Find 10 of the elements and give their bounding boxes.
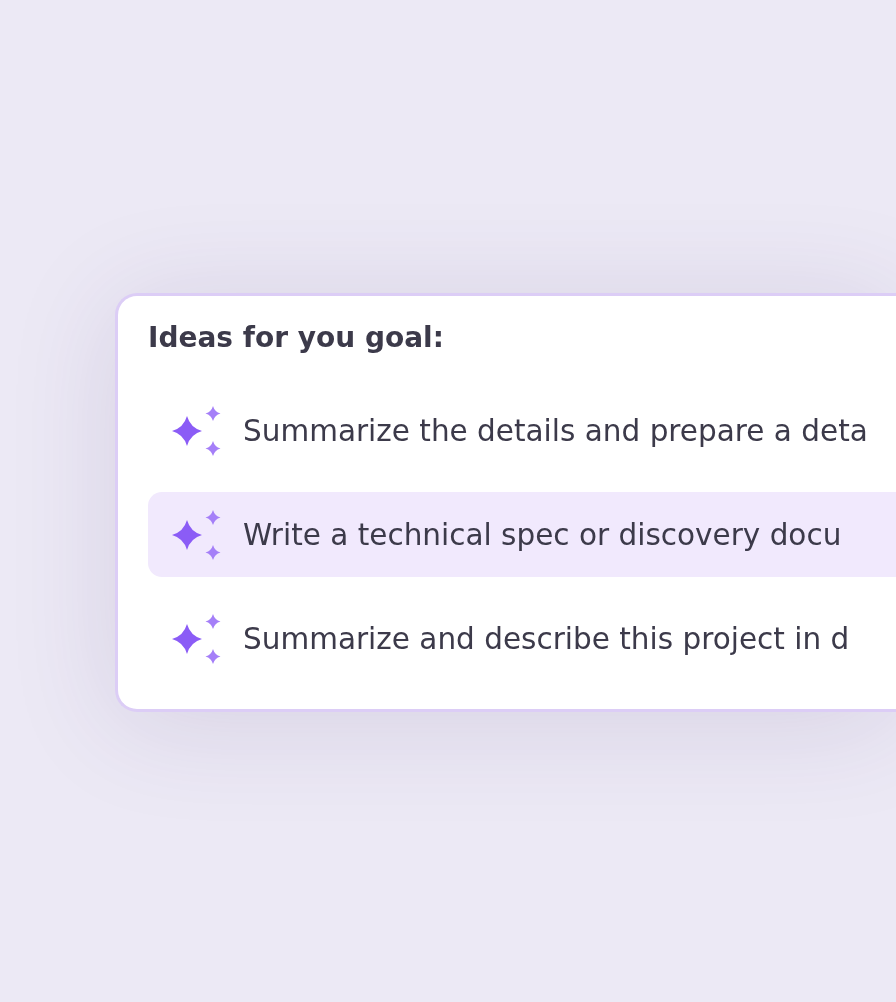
- idea-item[interactable]: Summarize and describe this project in d: [148, 596, 896, 681]
- sparkle-icon: [171, 404, 221, 457]
- idea-item[interactable]: Write a technical spec or discovery docu: [148, 492, 896, 577]
- sparkle-icon: [171, 612, 221, 665]
- idea-item[interactable]: Summarize the details and prepare a deta: [148, 388, 896, 473]
- idea-text: Summarize the details and prepare a deta: [243, 413, 868, 448]
- idea-text: Summarize and describe this project in d: [243, 621, 850, 656]
- ideas-heading: Ideas for you goal:: [148, 320, 445, 356]
- sparkle-icon: [171, 508, 221, 561]
- idea-text: Write a technical spec or discovery docu: [243, 517, 842, 552]
